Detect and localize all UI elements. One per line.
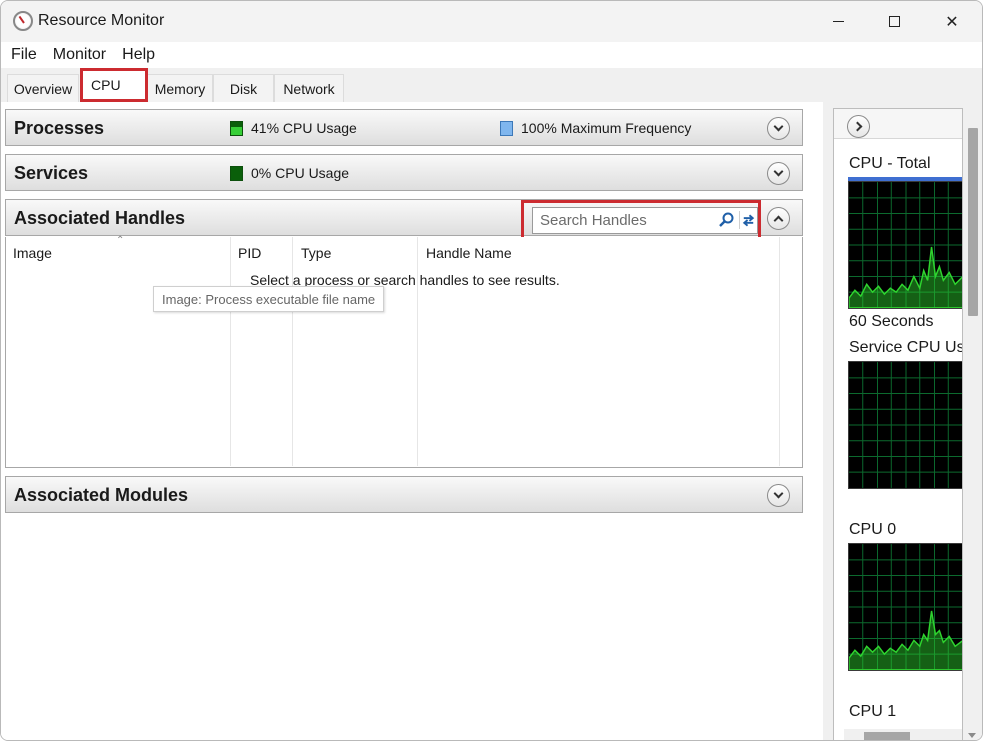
chevron-down-icon: [773, 488, 784, 499]
column-tooltip: Image: Process executable file name: [153, 286, 385, 312]
horizontal-scroll-thumb[interactable]: [864, 732, 910, 740]
frequency-indicator-icon: [500, 120, 513, 136]
sort-caret-icon: ⌃: [116, 235, 125, 246]
processes-title: Processes: [14, 118, 105, 138]
search-handles-highlight: [521, 200, 761, 240]
tab-bar: Overview Memory Disk Network CPU: [1, 68, 982, 102]
services-header[interactable]: Services 0% CPU Usage: [5, 154, 803, 191]
chevron-down-icon: [773, 166, 784, 177]
services-cpu-usage-text: 0% CPU Usage: [251, 165, 350, 181]
tab-overview[interactable]: Overview: [7, 74, 79, 102]
column-handle-name[interactable]: Handle Name: [426, 245, 512, 261]
graph-label-service-cpu: Service CPU Us: [849, 339, 963, 356]
search-handles-input[interactable]: [533, 208, 711, 233]
graph-grid: [849, 362, 962, 488]
vertical-scroll-thumb[interactable]: [968, 128, 978, 316]
search-icon[interactable]: [717, 211, 735, 229]
processes-max-frequency: 100% Maximum Frequency: [500, 120, 691, 136]
tab-disk[interactable]: Disk: [213, 74, 274, 102]
tab-memory[interactable]: Memory: [147, 74, 213, 102]
column-type[interactable]: Type: [301, 245, 331, 261]
chevron-up-icon: [773, 215, 784, 226]
graph-label-cpu-1: CPU 1: [849, 703, 897, 720]
cpu-usage-indicator-icon: [230, 165, 243, 181]
processes-header[interactable]: Processes 41% CPU Usage 100% Maximum Fre…: [5, 109, 803, 146]
chevron-down-icon: [773, 121, 784, 132]
column-divider[interactable]: [779, 237, 780, 466]
services-cpu-usage: 0% CPU Usage: [230, 165, 349, 181]
search-handles-box: [532, 207, 758, 234]
handles-table: ⌃ Image PID Type Handle Name Select a pr…: [5, 235, 803, 468]
minimize-button[interactable]: [815, 1, 861, 42]
menu-help[interactable]: Help: [117, 46, 161, 64]
resource-monitor-window: Resource Monitor ✕ File Monitor Help Ove…: [0, 0, 983, 741]
menu-file[interactable]: File: [6, 46, 43, 64]
services-title: Services: [14, 163, 89, 183]
graph-pane: CPU - Total 60 Seconds Service CPU Us CP…: [823, 102, 982, 740]
services-expand-button[interactable]: [767, 162, 790, 185]
handles-collapse-button[interactable]: [767, 207, 790, 230]
title-bar[interactable]: Resource Monitor ✕: [1, 1, 982, 42]
maximize-button[interactable]: [871, 1, 917, 42]
modules-expand-button[interactable]: [767, 484, 790, 507]
processes-expand-button[interactable]: [767, 117, 790, 140]
graph-label-cpu-total: CPU - Total: [849, 155, 931, 172]
processes-max-frequency-text: 100% Maximum Frequency: [521, 120, 692, 136]
minimize-icon: [832, 21, 844, 22]
maximize-icon: [888, 16, 900, 27]
chevron-right-icon: [852, 121, 862, 132]
column-divider[interactable]: [230, 237, 231, 466]
close-icon: ✕: [945, 13, 959, 31]
refresh-icon[interactable]: [739, 211, 757, 229]
graph-service-cpu: [848, 361, 962, 489]
processes-cpu-usage-text: 41% CPU Usage: [251, 120, 357, 136]
graph-toolbar: [834, 109, 962, 139]
graph-label-cpu-0: CPU 0: [849, 521, 897, 538]
menu-bar: File Monitor Help: [1, 42, 982, 68]
graph-cpu-0: [848, 543, 962, 671]
processes-cpu-usage: 41% CPU Usage: [230, 120, 357, 136]
modules-header[interactable]: Associated Modules: [5, 476, 803, 513]
graph-footer-seconds: 60 Seconds: [849, 313, 934, 330]
scroll-down-icon[interactable]: [968, 733, 976, 738]
graph-vertical-scrollbar[interactable]: [965, 108, 980, 740]
cpu-usage-indicator-icon: [230, 120, 243, 136]
window-title: Resource Monitor: [38, 12, 165, 29]
graph-list: CPU - Total 60 Seconds Service CPU Us CP…: [833, 108, 963, 740]
modules-title: Associated Modules: [14, 485, 189, 505]
main-panel: Processes 41% CPU Usage 100% Maximum Fre…: [1, 102, 813, 740]
menu-monitor[interactable]: Monitor: [48, 46, 112, 64]
graph-views-button[interactable]: [847, 115, 870, 138]
app-icon: [13, 11, 33, 31]
column-pid[interactable]: PID: [238, 245, 261, 261]
graph-horizontal-scrollbar[interactable]: [844, 729, 962, 740]
graph-cpu-total: [848, 181, 962, 309]
close-button[interactable]: ✕: [929, 1, 975, 42]
handles-title: Associated Handles: [14, 208, 186, 228]
tab-network[interactable]: Network: [274, 74, 344, 102]
tab-cpu[interactable]: CPU: [80, 68, 148, 102]
column-image[interactable]: Image: [13, 245, 52, 261]
